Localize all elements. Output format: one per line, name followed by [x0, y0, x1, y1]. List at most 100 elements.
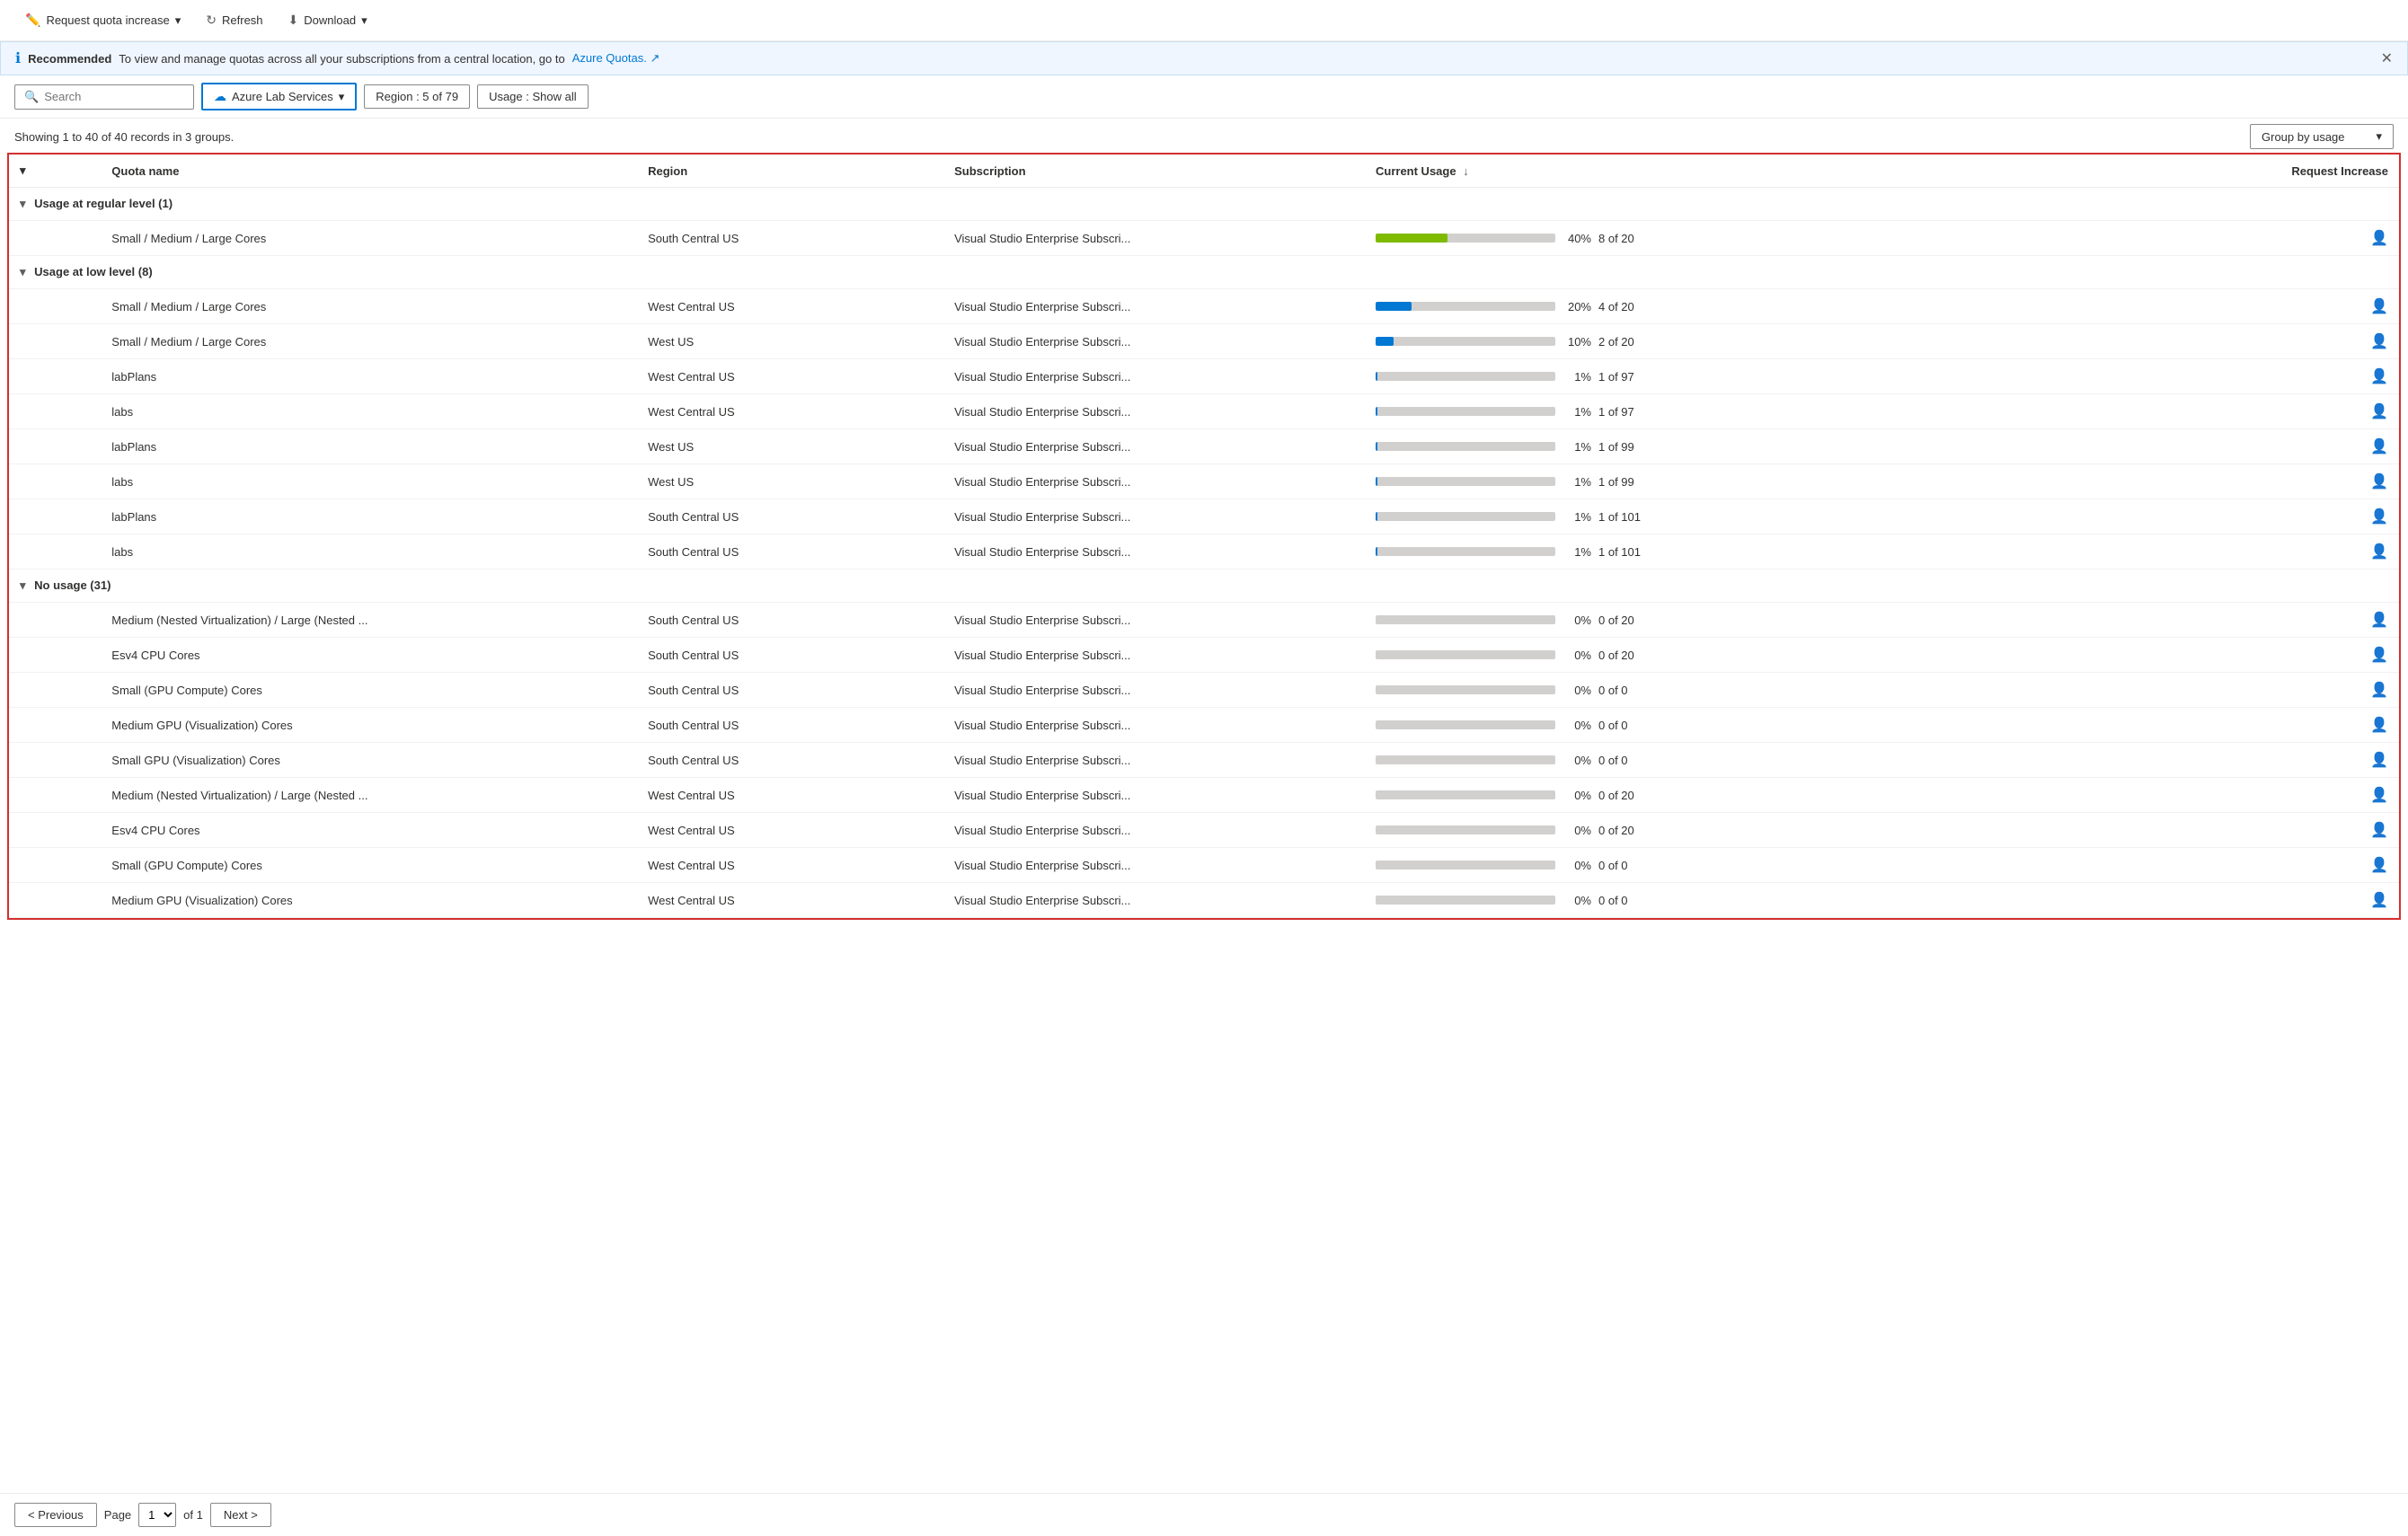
- row-request-cell[interactable]: 👤: [2131, 429, 2399, 464]
- request-increase-icon[interactable]: 👤: [2370, 474, 2388, 490]
- row-region: South Central US: [637, 499, 943, 534]
- row-quota-name: Small / Medium / Large Cores: [101, 324, 637, 359]
- banner-badge: Recommended: [28, 52, 111, 66]
- request-increase-icon[interactable]: 👤: [2370, 509, 2388, 525]
- previous-btn[interactable]: < Previous: [14, 1503, 97, 1527]
- row-request-cell[interactable]: 👤: [2131, 778, 2399, 813]
- row-request-cell[interactable]: 👤: [2131, 394, 2399, 429]
- row-request-cell[interactable]: 👤: [2131, 673, 2399, 708]
- row-quota-name: labs: [101, 394, 637, 429]
- col-subscription-header: Subscription: [943, 154, 1365, 188]
- row-request-cell[interactable]: 👤: [2131, 813, 2399, 848]
- request-increase-icon[interactable]: 👤: [2370, 231, 2388, 246]
- row-region: South Central US: [637, 221, 943, 256]
- group-header-row[interactable]: ▾ Usage at regular level (1): [9, 188, 2399, 221]
- table-row: Small (GPU Compute) Cores South Central …: [9, 673, 2399, 708]
- search-input[interactable]: [44, 90, 170, 103]
- group-by-select[interactable]: Group by usage ▾: [2250, 124, 2394, 149]
- request-increase-icon[interactable]: 👤: [2370, 683, 2388, 698]
- usage-pct-text: 0%: [1563, 894, 1591, 907]
- col-request-header: Request Increase: [2131, 154, 2399, 188]
- usage-count-text: 0 of 0: [1598, 859, 1652, 872]
- page-number-select[interactable]: 1: [138, 1503, 176, 1527]
- banner-close-btn[interactable]: ✕: [2381, 49, 2393, 67]
- row-region: West Central US: [637, 848, 943, 883]
- request-increase-icon[interactable]: 👤: [2370, 299, 2388, 314]
- col-quota-header[interactable]: Quota name: [101, 154, 637, 188]
- request-increase-icon[interactable]: 👤: [2370, 718, 2388, 733]
- row-request-cell[interactable]: 👤: [2131, 464, 2399, 499]
- record-info-bar: Showing 1 to 40 of 40 records in 3 group…: [0, 119, 2408, 153]
- table-wrapper: ▾ Quota name Region Subscription: [0, 153, 2408, 1493]
- row-select-cell: [9, 603, 101, 638]
- next-btn[interactable]: Next >: [210, 1503, 271, 1527]
- request-increase-icon[interactable]: 👤: [2370, 858, 2388, 873]
- search-box[interactable]: 🔍: [14, 84, 194, 110]
- row-request-cell[interactable]: 👤: [2131, 499, 2399, 534]
- usage-bar-bg: [1376, 650, 1555, 659]
- usage-count-text: 8 of 20: [1598, 232, 1652, 245]
- request-increase-icon[interactable]: 👤: [2370, 439, 2388, 455]
- request-increase-icon[interactable]: 👤: [2370, 613, 2388, 628]
- region-header-text: Region: [648, 164, 687, 178]
- usage-bar-bg: [1376, 896, 1555, 905]
- row-request-cell[interactable]: 👤: [2131, 289, 2399, 324]
- service-label: Azure Lab Services: [232, 90, 333, 103]
- table-body: ▾ Usage at regular level (1) Small / Med…: [9, 188, 2399, 918]
- col-select-header[interactable]: ▾: [9, 154, 101, 188]
- group-header-row[interactable]: ▾ No usage (31): [9, 569, 2399, 603]
- usage-count-text: 1 of 99: [1598, 475, 1652, 489]
- download-btn[interactable]: ⬇ Download ▾: [278, 7, 378, 33]
- row-subscription: Visual Studio Enterprise Subscri...: [943, 534, 1365, 569]
- request-increase-icon[interactable]: 👤: [2370, 334, 2388, 349]
- row-request-cell[interactable]: 👤: [2131, 848, 2399, 883]
- request-increase-icon[interactable]: 👤: [2370, 404, 2388, 419]
- external-link-icon: ↗: [650, 51, 660, 65]
- region-filter-tag[interactable]: Region : 5 of 79: [364, 84, 470, 109]
- group-header-cell[interactable]: ▾ Usage at regular level (1): [9, 188, 2399, 221]
- row-request-cell[interactable]: 👤: [2131, 324, 2399, 359]
- row-request-cell[interactable]: 👤: [2131, 708, 2399, 743]
- request-quota-btn[interactable]: ✏️ Request quota increase ▾: [14, 7, 191, 33]
- refresh-btn[interactable]: ↻ Refresh: [195, 7, 273, 33]
- azure-quotas-link[interactable]: Azure Quotas. ↗: [572, 51, 660, 66]
- usage-bar-bg: [1376, 861, 1555, 870]
- request-increase-icon[interactable]: 👤: [2370, 648, 2388, 663]
- row-request-cell[interactable]: 👤: [2131, 221, 2399, 256]
- request-increase-icon[interactable]: 👤: [2370, 369, 2388, 384]
- request-increase-icon[interactable]: 👤: [2370, 788, 2388, 803]
- row-request-cell[interactable]: 👤: [2131, 883, 2399, 918]
- row-select-cell: [9, 464, 101, 499]
- row-request-cell[interactable]: 👤: [2131, 743, 2399, 778]
- row-subscription: Visual Studio Enterprise Subscri...: [943, 778, 1365, 813]
- row-request-cell[interactable]: 👤: [2131, 638, 2399, 673]
- service-filter-pill[interactable]: ☁ Azure Lab Services ▾: [201, 83, 357, 110]
- subscription-header-text: Subscription: [954, 164, 1025, 178]
- col-usage-header[interactable]: Current Usage ↓: [1365, 154, 2131, 188]
- row-quota-name: Small / Medium / Large Cores: [101, 221, 637, 256]
- request-increase-icon[interactable]: 👤: [2370, 893, 2388, 908]
- row-region: West Central US: [637, 359, 943, 394]
- request-increase-icon[interactable]: 👤: [2370, 544, 2388, 560]
- request-increase-icon[interactable]: 👤: [2370, 823, 2388, 838]
- row-quota-name: Small (GPU Compute) Cores: [101, 673, 637, 708]
- usage-count-text: 2 of 20: [1598, 335, 1652, 349]
- row-select-cell: [9, 221, 101, 256]
- row-request-cell[interactable]: 👤: [2131, 359, 2399, 394]
- usage-filter-tag[interactable]: Usage : Show all: [477, 84, 589, 109]
- row-usage-cell: 0% 0 of 20: [1365, 778, 2131, 813]
- row-request-cell[interactable]: 👤: [2131, 534, 2399, 569]
- table-row: Small / Medium / Large Cores West US Vis…: [9, 324, 2399, 359]
- row-usage-cell: 1% 1 of 99: [1365, 429, 2131, 464]
- row-region: South Central US: [637, 603, 943, 638]
- usage-bar-bg: [1376, 790, 1555, 799]
- row-request-cell[interactable]: 👤: [2131, 603, 2399, 638]
- group-header-cell[interactable]: ▾ No usage (31): [9, 569, 2399, 603]
- group-header-row[interactable]: ▾ Usage at low level (8): [9, 256, 2399, 289]
- azure-quotas-text: Azure Quotas.: [572, 51, 647, 65]
- row-quota-name: labPlans: [101, 499, 637, 534]
- row-region: South Central US: [637, 673, 943, 708]
- request-increase-icon[interactable]: 👤: [2370, 753, 2388, 768]
- usage-bar-bg: [1376, 337, 1555, 346]
- group-header-cell[interactable]: ▾ Usage at low level (8): [9, 256, 2399, 289]
